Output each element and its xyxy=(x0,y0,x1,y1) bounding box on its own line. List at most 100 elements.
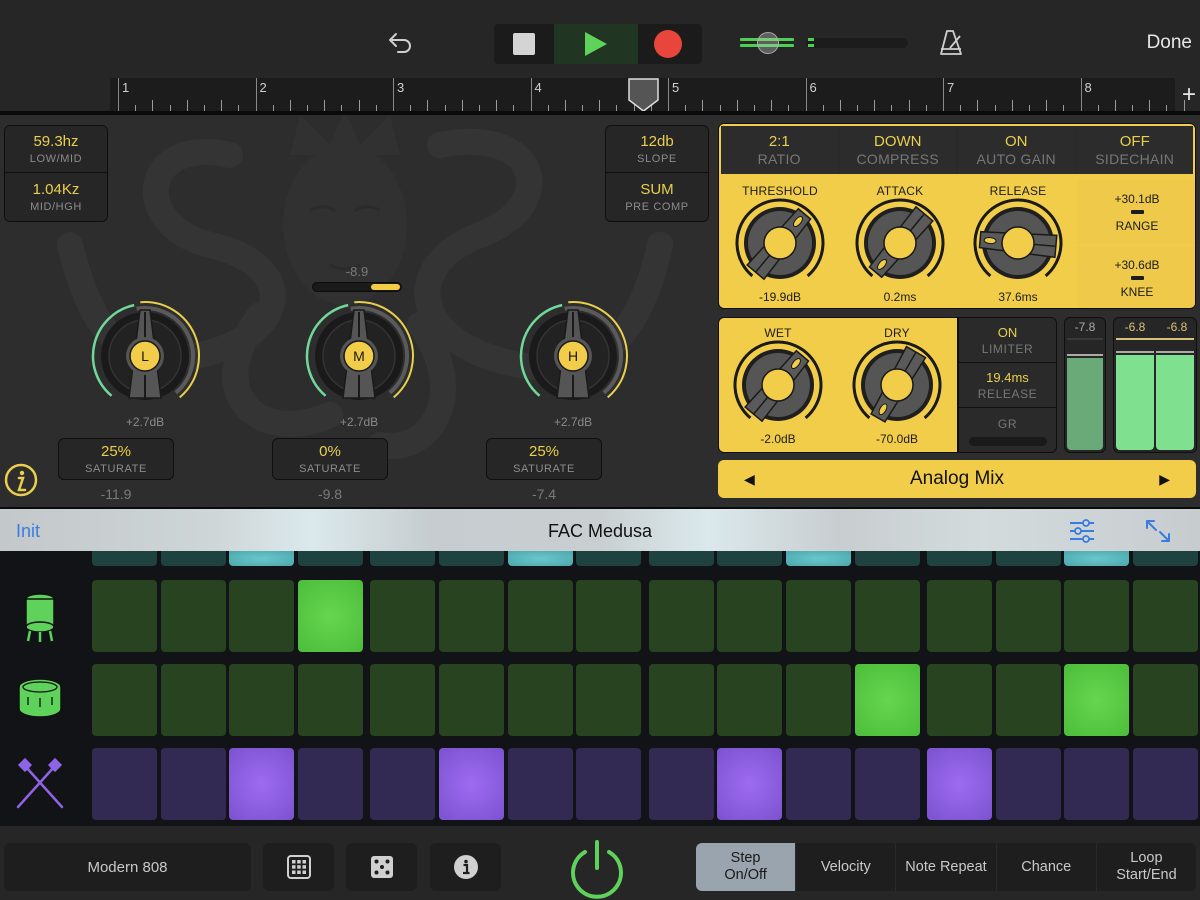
sticks-lane-step[interactable] xyxy=(160,748,226,820)
snare-lane-step[interactable] xyxy=(854,664,920,736)
snare-lane-step[interactable] xyxy=(160,664,226,736)
sticks-lane-step[interactable] xyxy=(370,748,436,820)
record-button[interactable] xyxy=(638,24,698,64)
snare-lane-step[interactable] xyxy=(1133,664,1199,736)
kick-lane-step[interactable] xyxy=(439,580,505,652)
snare-drum-icon[interactable] xyxy=(14,671,66,727)
snare-lane-step[interactable] xyxy=(927,664,993,736)
band-knob[interactable]: M xyxy=(300,300,418,418)
preset-selector[interactable]: ◀ Analog Mix ▶ xyxy=(718,460,1196,498)
ratio-button[interactable]: 2:1 RATIO xyxy=(721,126,838,174)
add-bar-button[interactable]: + xyxy=(1178,78,1200,111)
kick-lane-step[interactable] xyxy=(927,580,993,652)
hihat-lane-step[interactable] xyxy=(229,551,295,566)
knee-control[interactable]: +30.6dB KNEE xyxy=(1077,246,1195,308)
snare-lane-step[interactable] xyxy=(92,664,158,736)
sticks-lane-step[interactable] xyxy=(786,748,852,820)
kick-lane-step[interactable] xyxy=(92,580,158,652)
preset-prev-button[interactable]: ◀ xyxy=(744,471,755,488)
snare-lane-step[interactable] xyxy=(229,664,295,736)
power-icon[interactable] xyxy=(566,838,628,900)
limiter-toggle[interactable]: ON LIMITER xyxy=(959,318,1056,363)
kick-lane-step[interactable] xyxy=(648,580,714,652)
sticks-lane-step[interactable] xyxy=(717,748,783,820)
kick-lane-step[interactable] xyxy=(854,580,920,652)
sticks-lane-step[interactable] xyxy=(648,748,714,820)
hihat-lane-step[interactable] xyxy=(786,551,852,566)
snare-lane-step[interactable] xyxy=(995,664,1061,736)
snare-lane-step[interactable] xyxy=(786,664,852,736)
snare-lane-step[interactable] xyxy=(648,664,714,736)
kick-lane-step[interactable] xyxy=(1064,580,1130,652)
hihat-lane-step[interactable] xyxy=(439,551,505,566)
sticks-lane-step[interactable] xyxy=(229,748,295,820)
limiter-release[interactable]: 19.4ms RELEASE xyxy=(959,363,1056,408)
volume-knob[interactable] xyxy=(757,32,779,54)
master-volume-slider[interactable] xyxy=(740,32,908,54)
band-knob[interactable]: L xyxy=(86,300,204,418)
band-knob[interactable]: H xyxy=(514,300,632,418)
init-button[interactable]: Init xyxy=(16,521,40,542)
info-button[interactable] xyxy=(430,843,501,891)
sticks-lane-step[interactable] xyxy=(854,748,920,820)
drumsticks-icon[interactable] xyxy=(14,757,66,813)
sticks-lane-step[interactable] xyxy=(576,748,642,820)
mode-tab-chance[interactable]: Chance xyxy=(997,843,1097,891)
sliders-icon[interactable] xyxy=(1068,518,1096,544)
saturate-button[interactable]: 25% SATURATE xyxy=(486,438,602,480)
snare-lane-step[interactable] xyxy=(507,664,573,736)
kick-lane-step[interactable] xyxy=(576,580,642,652)
kick-lane-step[interactable] xyxy=(229,580,295,652)
snare-lane-step[interactable] xyxy=(717,664,783,736)
threshold-knob[interactable] xyxy=(735,198,825,288)
sticks-lane-step[interactable] xyxy=(507,748,573,820)
kick-lane-step[interactable] xyxy=(160,580,226,652)
hihat-lane-step[interactable] xyxy=(92,551,158,566)
kick-lane-step[interactable] xyxy=(995,580,1061,652)
hihat-lane-step[interactable] xyxy=(995,551,1061,566)
auto-gain-button[interactable]: ON AUTO GAIN xyxy=(958,126,1075,174)
pre-comp-option[interactable]: SUM PRE COMP xyxy=(606,173,708,220)
range-control[interactable]: +30.1dB RANGE xyxy=(1077,180,1195,244)
kit-selector-button[interactable]: Modern 808 xyxy=(4,843,251,891)
preset-next-button[interactable]: ▶ xyxy=(1159,471,1170,488)
pad-grid-button[interactable] xyxy=(263,843,334,891)
kick-lane-step[interactable] xyxy=(786,580,852,652)
mid-high-crossover[interactable]: 1.04Kz MID/HGH xyxy=(5,173,107,220)
done-button[interactable]: Done xyxy=(1147,32,1192,54)
randomize-button[interactable] xyxy=(346,843,417,891)
stop-button[interactable] xyxy=(494,24,554,64)
metronome-icon[interactable] xyxy=(938,28,966,58)
low-mid-crossover[interactable]: 59.3hz LOW/MID xyxy=(5,126,107,173)
dry-knob[interactable] xyxy=(852,340,942,430)
snare-lane-step[interactable] xyxy=(576,664,642,736)
hihat-lane-step[interactable] xyxy=(1064,551,1130,566)
saturate-button[interactable]: 25% SATURATE xyxy=(58,438,174,480)
saturate-button[interactable]: 0% SATURATE xyxy=(272,438,388,480)
mode-tab-note-repeat[interactable]: Note Repeat xyxy=(896,843,997,891)
sidechain-button[interactable]: OFF SIDECHAIN xyxy=(1076,126,1193,174)
hihat-lane-step[interactable] xyxy=(648,551,714,566)
input-level-slider[interactable] xyxy=(312,282,402,292)
hihat-lane-step[interactable] xyxy=(297,551,363,566)
hihat-lane-step[interactable] xyxy=(576,551,642,566)
snare-lane-step[interactable] xyxy=(439,664,505,736)
playhead-handle[interactable] xyxy=(627,78,660,112)
snare-lane-step[interactable] xyxy=(1064,664,1130,736)
kick-lane-step[interactable] xyxy=(507,580,573,652)
sticks-lane-step[interactable] xyxy=(297,748,363,820)
slope-option[interactable]: 12db SLOPE xyxy=(606,126,708,173)
hihat-lane-step[interactable] xyxy=(927,551,993,566)
hihat-lane-step[interactable] xyxy=(717,551,783,566)
sticks-lane-step[interactable] xyxy=(995,748,1061,820)
play-button[interactable] xyxy=(554,24,638,64)
hihat-lane-step[interactable] xyxy=(1133,551,1199,566)
sticks-lane-step[interactable] xyxy=(1064,748,1130,820)
mode-tab-loop-start-end[interactable]: Loop Start/End xyxy=(1097,843,1196,891)
hihat-lane-step[interactable] xyxy=(160,551,226,566)
sticks-lane-step[interactable] xyxy=(927,748,993,820)
hihat-lane-step[interactable] xyxy=(507,551,573,566)
attack-knob[interactable] xyxy=(855,198,945,288)
sticks-lane-step[interactable] xyxy=(1133,748,1199,820)
release-knob[interactable] xyxy=(973,198,1063,288)
